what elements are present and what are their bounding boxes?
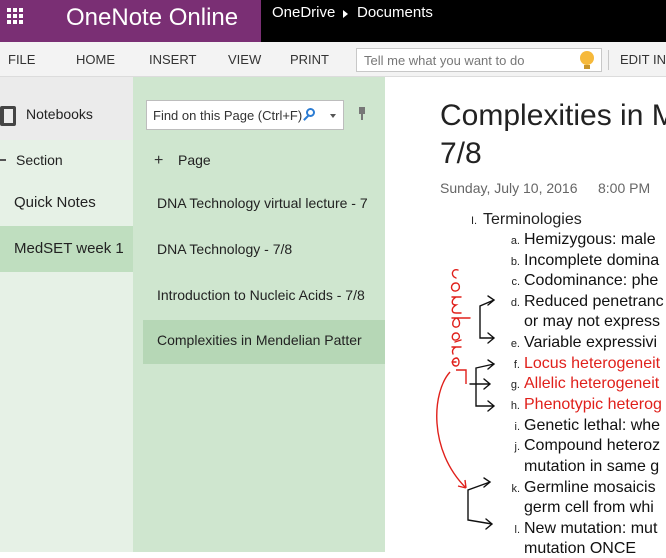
ink-annotations (436, 268, 496, 530)
ink-red-arrow (436, 371, 467, 489)
ink-compare-word (450, 268, 471, 367)
ink-red-bracket (456, 369, 467, 384)
ink-brackets (467, 295, 496, 530)
